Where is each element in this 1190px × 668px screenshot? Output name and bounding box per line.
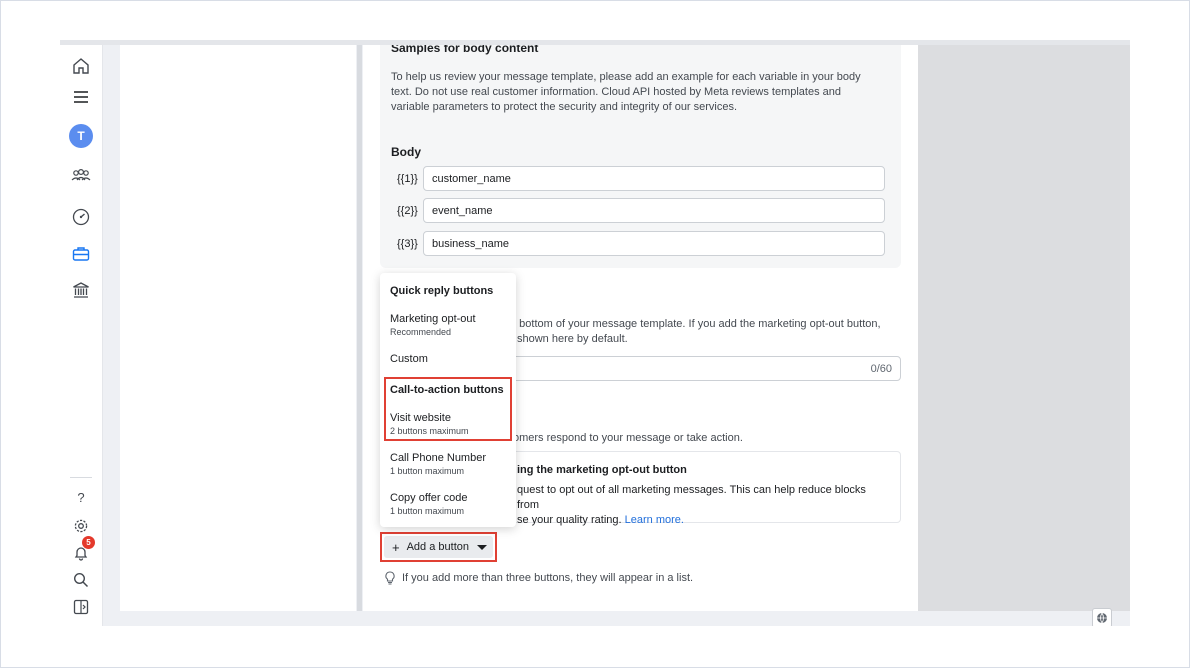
add-button-label: Add a button [406,541,469,553]
buttons-description-line1: e bottom of your message template. If yo… [510,318,881,330]
lightbulb-icon [385,571,395,585]
sidebar-divider [70,477,92,478]
cta-header: Call-to-action buttons [390,384,504,396]
notifications-bell-icon[interactable]: 5 [68,536,95,566]
samples-body-content-section: Samples for body content To help us revi… [380,45,901,268]
list-hint-text: If you add more than three buttons, they… [402,572,694,584]
optout-desc-line1: quest to opt out of all marketing messag… [517,484,866,511]
briefcase-icon[interactable] [68,241,94,267]
right-preview-area [918,45,1130,611]
people-icon[interactable] [68,162,94,188]
account-avatar[interactable]: T [68,123,94,149]
menu-icon[interactable] [68,84,94,110]
bank-icon[interactable] [68,277,94,303]
help-icon[interactable]: ? [68,484,94,510]
optout-card-title: ing the marketing opt-out button [517,464,687,476]
menu-item-call-phone[interactable]: Call Phone Number 1 button maximum [390,452,486,476]
menu-item-marketing-optout[interactable]: Marketing opt-out Recommended [390,313,476,337]
menu-item-copy-offer-code[interactable]: Copy offer code 1 button maximum [390,492,467,516]
bottom-band [120,611,1130,626]
plus-icon: + [392,539,400,555]
gear-icon[interactable] [68,513,94,539]
variable-3-input[interactable]: business_name [423,231,885,256]
notification-count-badge: 5 [82,536,95,549]
variable-1-input[interactable]: customer_name [423,166,885,191]
home-icon[interactable] [68,53,94,79]
globe-icon[interactable] [1092,608,1112,626]
variable-1-key: {{1}} [397,173,418,185]
left-nav-sidebar: T ? 5 [60,45,103,626]
add-button-menu: Quick reply buttons Marketing opt-out Re… [380,273,516,527]
list-hint: If you add more than three buttons, they… [384,571,693,585]
character-counter: 0/60 [870,363,892,375]
marketing-optout-sub: Recommended [390,327,452,337]
body-label: Body [391,145,421,159]
search-icon[interactable] [68,567,94,593]
menu-item-custom[interactable]: Custom [390,353,428,365]
variable-2-input[interactable]: event_name [423,198,885,223]
panel-toggle-icon[interactable] [68,594,94,620]
variable-2-key: {{2}} [397,205,418,217]
samples-title: Samples for body content [391,45,539,55]
menu-item-visit-website[interactable]: Visit website 2 buttons maximum [390,412,469,436]
panel-divider [357,45,362,611]
avatar: T [69,124,93,148]
caret-down-icon [476,544,487,550]
add-a-button-dropdown[interactable]: + Add a button [384,536,493,558]
call-phone-sub: 1 button maximum [390,466,465,476]
samples-description: To help us review your message template,… [391,71,861,113]
learn-more-link[interactable]: Learn more. [625,514,684,526]
optout-desc-line2: se your quality rating. [517,514,622,526]
buttons-help-text: omers respond to your message or take ac… [513,432,743,444]
left-content-panel [120,45,356,611]
app-window: T ? 5 Samples for body content To help u… [60,45,1130,626]
copy-offer-sub: 1 button maximum [390,506,465,516]
buttons-description-line2: shown here by default. [517,333,628,345]
visit-website-sub: 2 buttons maximum [390,426,469,436]
quick-reply-header: Quick reply buttons [390,285,494,297]
optout-card-description: quest to opt out of all marketing messag… [517,483,887,528]
variable-3-key: {{3}} [397,238,418,250]
template-editor-main: Samples for body content To help us revi… [363,45,918,611]
dashboard-gauge-icon[interactable] [68,204,94,230]
